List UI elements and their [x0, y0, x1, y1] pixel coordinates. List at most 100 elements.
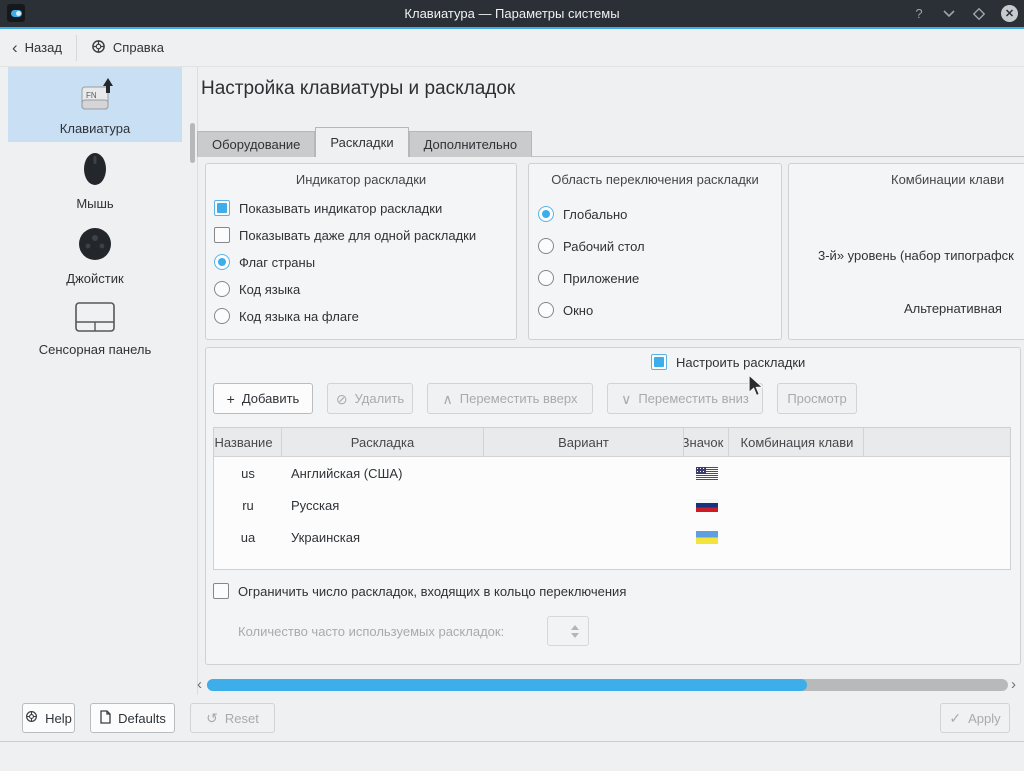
col-header-variant[interactable]: Вариант: [484, 428, 684, 456]
help-icon[interactable]: ?: [911, 6, 927, 22]
tab-layouts[interactable]: Раскладки: [315, 127, 408, 157]
cell-flag: [684, 499, 729, 512]
option-label: Окно: [563, 303, 593, 318]
sidebar-item-touchpad[interactable]: Сенсорная панель: [8, 292, 182, 363]
sidebar-item-mouse[interactable]: Мышь: [8, 142, 182, 217]
undo-icon: ↺: [206, 711, 218, 725]
radio-icon: [214, 308, 230, 324]
sidebar-item-label: Джойстик: [66, 271, 123, 286]
reset-button[interactable]: ↺ Reset: [190, 703, 275, 733]
sidebar-item-joystick[interactable]: Джойстик: [8, 217, 182, 292]
button-label: Help: [45, 711, 72, 726]
chevron-down-icon: ∨: [621, 392, 631, 406]
sidebar-item-keyboard[interactable]: FN Клавиатура: [8, 67, 182, 142]
col-header-shortcut[interactable]: Комбинация клави: [729, 428, 864, 456]
col-header-layout[interactable]: Раскладка: [282, 428, 484, 456]
close-icon[interactable]: ✕: [1001, 5, 1018, 22]
table-row-ru[interactable]: ru Русская: [214, 489, 1010, 521]
back-icon: ‹: [12, 39, 18, 56]
groupbox-layout-indicator: Индикатор раскладки Показывать индикатор…: [205, 163, 517, 340]
option-label: Рабочий стол: [563, 239, 645, 254]
radio-language-code[interactable]: Код языка: [214, 281, 476, 297]
checkbox-icon: [213, 583, 229, 599]
window-titlebar[interactable]: Клавиатура — Параметры системы ? ✕: [0, 0, 1024, 27]
cell-layout: Английская (США): [282, 466, 484, 481]
button-label: Apply: [968, 711, 1001, 726]
forbidden-icon: ⊘: [336, 392, 348, 406]
document-icon: [99, 710, 111, 727]
cell-name: ua: [214, 530, 282, 545]
table-row-ua[interactable]: ua Украинская: [214, 521, 1010, 553]
option-label: Настроить раскладки: [676, 355, 805, 370]
remove-button[interactable]: ⊘ Удалить: [327, 383, 413, 414]
move-up-button[interactable]: ∧ Переместить вверх: [427, 383, 593, 414]
toolbar: ‹ Назад Справка: [0, 29, 1024, 67]
checkbox-icon: [651, 354, 667, 370]
tab-advanced[interactable]: Дополнительно: [409, 131, 533, 157]
groupbox-title: Область переключения раскладки: [529, 172, 781, 187]
add-button[interactable]: + Добавить: [213, 383, 313, 414]
layouts-table[interactable]: Название Раскладка Вариант Значок Комбин…: [213, 427, 1011, 570]
col-header-name[interactable]: Название: [214, 428, 282, 456]
scroll-left-icon[interactable]: ‹: [197, 676, 202, 693]
option-label: Приложение: [563, 271, 639, 286]
spin-down-icon[interactable]: [571, 633, 579, 638]
minimize-icon[interactable]: [941, 6, 957, 22]
option-label: Код языка на флаге: [239, 309, 359, 324]
radio-code-on-flag[interactable]: Код языка на флаге: [214, 308, 476, 324]
radio-global[interactable]: Глобально: [538, 206, 645, 222]
back-button[interactable]: ‹ Назад: [0, 34, 74, 62]
groupbox-shortcuts: Комбинации клави 3-й» уровень (набор тип…: [788, 163, 1024, 340]
radio-window[interactable]: Окно: [538, 302, 645, 318]
cell-layout: Русская: [282, 498, 484, 513]
spin-up-icon[interactable]: [571, 625, 579, 630]
window-title: Клавиатура — Параметры системы: [0, 6, 1024, 21]
defaults-button[interactable]: Defaults: [90, 703, 175, 733]
col-header-icon[interactable]: Значок: [684, 428, 729, 456]
help-footer-button[interactable]: Help: [22, 703, 75, 733]
radio-desktop[interactable]: Рабочий стол: [538, 238, 645, 254]
move-down-button[interactable]: ∨ Переместить вниз: [607, 383, 763, 414]
maximize-icon[interactable]: [971, 6, 987, 22]
button-label: Просмотр: [787, 391, 846, 406]
scroll-right-icon[interactable]: ›: [1011, 676, 1016, 693]
shortcut-label-alternative: Альтернативная: [904, 301, 1002, 316]
radio-application[interactable]: Приложение: [538, 270, 645, 286]
tab-hardware[interactable]: Оборудование: [197, 131, 315, 157]
checkbox-show-indicator[interactable]: Показывать индикатор раскладки: [214, 200, 476, 216]
radio-icon: [538, 238, 554, 254]
checkbox-configure-layouts[interactable]: Настроить раскладки: [651, 354, 805, 370]
option-label: Код языка: [239, 282, 300, 297]
tabbar: Оборудование Раскладки Дополнительно: [197, 128, 1024, 157]
cell-name: ru: [214, 498, 282, 513]
groupbox-title: Индикатор раскладки: [206, 172, 516, 187]
help-label: Справка: [113, 40, 164, 55]
preview-button[interactable]: Просмотр: [777, 383, 857, 414]
radio-country-flag[interactable]: Флаг страны: [214, 254, 476, 270]
sidebar-scrollbar[interactable]: [190, 123, 195, 163]
touchpad-icon: [72, 299, 118, 338]
desktop: Клавиатура — Параметры системы ? ✕ ‹ Наз…: [0, 0, 1024, 771]
app-icon: [7, 4, 25, 22]
radio-icon: [214, 281, 230, 297]
option-label: Глобально: [563, 207, 627, 222]
checkbox-show-single[interactable]: Показывать даже для одной раскладки: [214, 227, 476, 243]
option-label: Ограничить число раскладок, входящих в к…: [238, 584, 626, 599]
button-label: Переместить вниз: [638, 391, 749, 406]
radio-icon: [214, 254, 230, 270]
radio-icon: [538, 302, 554, 318]
help-button[interactable]: Справка: [79, 34, 176, 62]
horizontal-scrollbar-handle[interactable]: [207, 679, 807, 691]
apply-button[interactable]: ✓ Apply: [940, 703, 1010, 733]
sidebar-item-label: Сенсорная панель: [39, 342, 152, 357]
radio-icon: [538, 206, 554, 222]
checkbox-icon: [214, 227, 230, 243]
shortcut-label-3rd-level: 3-й» уровень (набор типографск: [818, 248, 1014, 263]
cell-name: us: [214, 466, 282, 481]
spin-label: Количество часто используемых раскладок:: [238, 624, 504, 639]
checkbox-limit-layouts[interactable]: Ограничить число раскладок, входящих в к…: [213, 583, 626, 599]
cell-flag: [684, 531, 729, 544]
button-label: Reset: [225, 711, 259, 726]
table-row-us[interactable]: us Английская (США): [214, 457, 1010, 489]
layout-count-spinbox[interactable]: [547, 616, 589, 646]
